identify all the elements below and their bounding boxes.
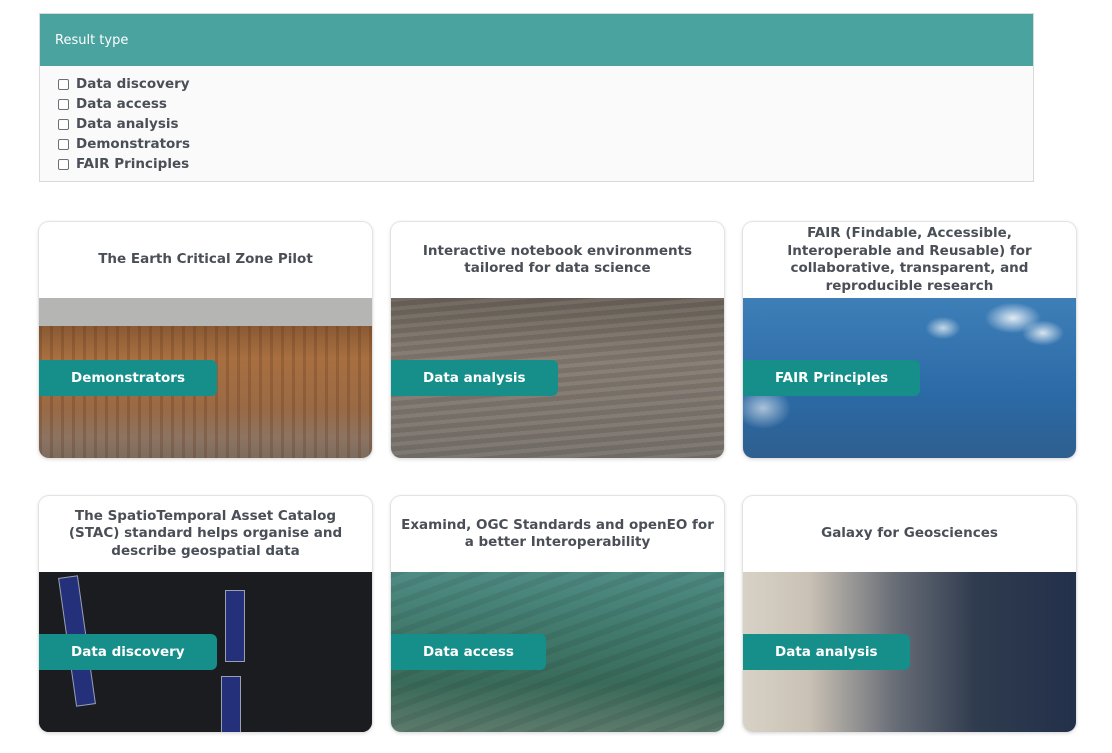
card-title[interactable]: Examind, OGC Standards and openEO for a … xyxy=(391,496,724,572)
checkbox[interactable] xyxy=(58,138,69,150)
checkbox[interactable] xyxy=(58,118,69,130)
filter-option-label[interactable]: Data analysis xyxy=(76,116,179,132)
checkbox[interactable] xyxy=(58,98,69,110)
filter-option-data-analysis[interactable]: Data analysis xyxy=(58,114,1033,134)
card-tag[interactable]: Data analysis xyxy=(391,360,558,396)
result-card-galaxy[interactable]: Galaxy for Geosciences Data analysis xyxy=(743,496,1076,732)
checkbox[interactable] xyxy=(58,78,69,90)
card-title[interactable]: FAIR (Findable, Accessible, Interoperabl… xyxy=(743,222,1076,298)
card-tag[interactable]: Data discovery xyxy=(39,634,217,670)
filter-option-label[interactable]: Demonstrators xyxy=(76,136,190,152)
satellite-earth-image: Data discovery xyxy=(39,572,372,732)
card-title[interactable]: Galaxy for Geosciences xyxy=(743,496,1076,572)
filter-option-data-access[interactable]: Data access xyxy=(58,94,1033,114)
card-title[interactable]: Interactive notebook environments tailor… xyxy=(391,222,724,298)
sky-clouds-image: FAIR Principles xyxy=(743,298,1076,458)
rock-cliff-image: Demonstrators xyxy=(39,298,372,458)
result-type-filter: Result type Data discovery Data access D… xyxy=(39,13,1034,182)
gravel-field-image: Data analysis xyxy=(391,298,724,458)
satellite-panel xyxy=(221,676,241,732)
result-card-stac[interactable]: The SpatioTemporal Asset Catalog (STAC) … xyxy=(39,496,372,732)
filter-option-data-discovery[interactable]: Data discovery xyxy=(58,74,1033,94)
filter-options: Data discovery Data access Data analysis… xyxy=(40,66,1033,174)
result-card-earth-critical-zone[interactable]: The Earth Critical Zone Pilot Demonstrat… xyxy=(39,222,372,458)
filter-option-label[interactable]: Data access xyxy=(76,96,167,112)
satellite-panel xyxy=(225,590,245,662)
result-card-examind[interactable]: Examind, OGC Standards and openEO for a … xyxy=(391,496,724,732)
card-tag[interactable]: Demonstrators xyxy=(39,360,217,396)
card-tag[interactable]: Data analysis xyxy=(743,634,910,670)
filter-header: Result type xyxy=(40,14,1033,66)
result-card-fair[interactable]: FAIR (Findable, Accessible, Interoperabl… xyxy=(743,222,1076,458)
card-title[interactable]: The Earth Critical Zone Pilot xyxy=(39,222,372,298)
card-tag[interactable]: Data access xyxy=(391,634,546,670)
result-card-notebook-environments[interactable]: Interactive notebook environments tailor… xyxy=(391,222,724,458)
checkbox[interactable] xyxy=(58,158,69,170)
filter-option-demonstrators[interactable]: Demonstrators xyxy=(58,134,1033,154)
filter-option-label[interactable]: FAIR Principles xyxy=(76,156,189,172)
lab-researchers-image: Data analysis xyxy=(743,572,1076,732)
card-title[interactable]: The SpatioTemporal Asset Catalog (STAC) … xyxy=(39,496,372,572)
aerial-landscape-image: Data access xyxy=(391,572,724,732)
card-tag[interactable]: FAIR Principles xyxy=(743,360,921,396)
filter-option-fair-principles[interactable]: FAIR Principles xyxy=(58,154,1033,174)
filter-option-label[interactable]: Data discovery xyxy=(76,76,190,92)
